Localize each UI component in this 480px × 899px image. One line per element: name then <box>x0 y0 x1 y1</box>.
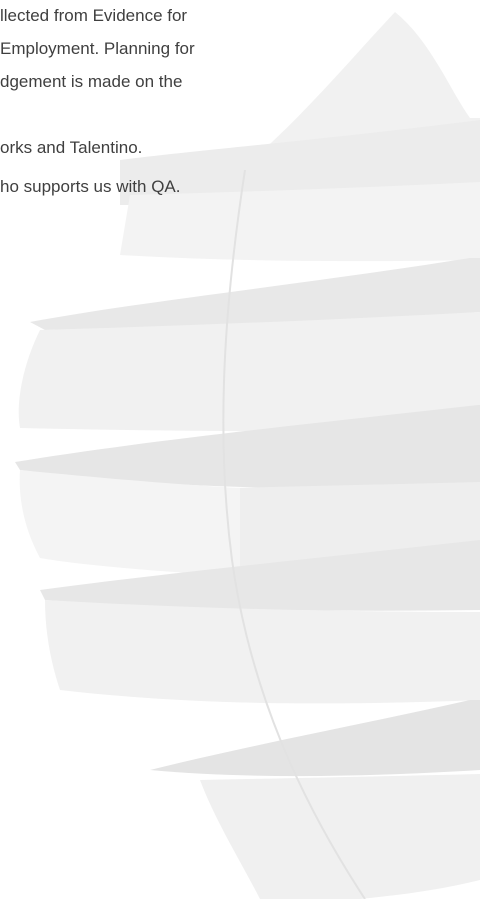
paragraph-line-2: Employment. Planning for <box>0 39 195 58</box>
paragraph-line-3: dgement is made on the <box>0 72 183 91</box>
qa-line: ho supports us with QA. <box>0 177 181 196</box>
paragraph-line-1: llected from Evidence for <box>0 6 188 25</box>
document-page: llected from Evidence for Employment. Pl… <box>0 0 480 899</box>
acknowledgement-line: orks and Talentino. <box>0 138 143 157</box>
twisted-ribbon-watermark-icon <box>15 12 480 899</box>
